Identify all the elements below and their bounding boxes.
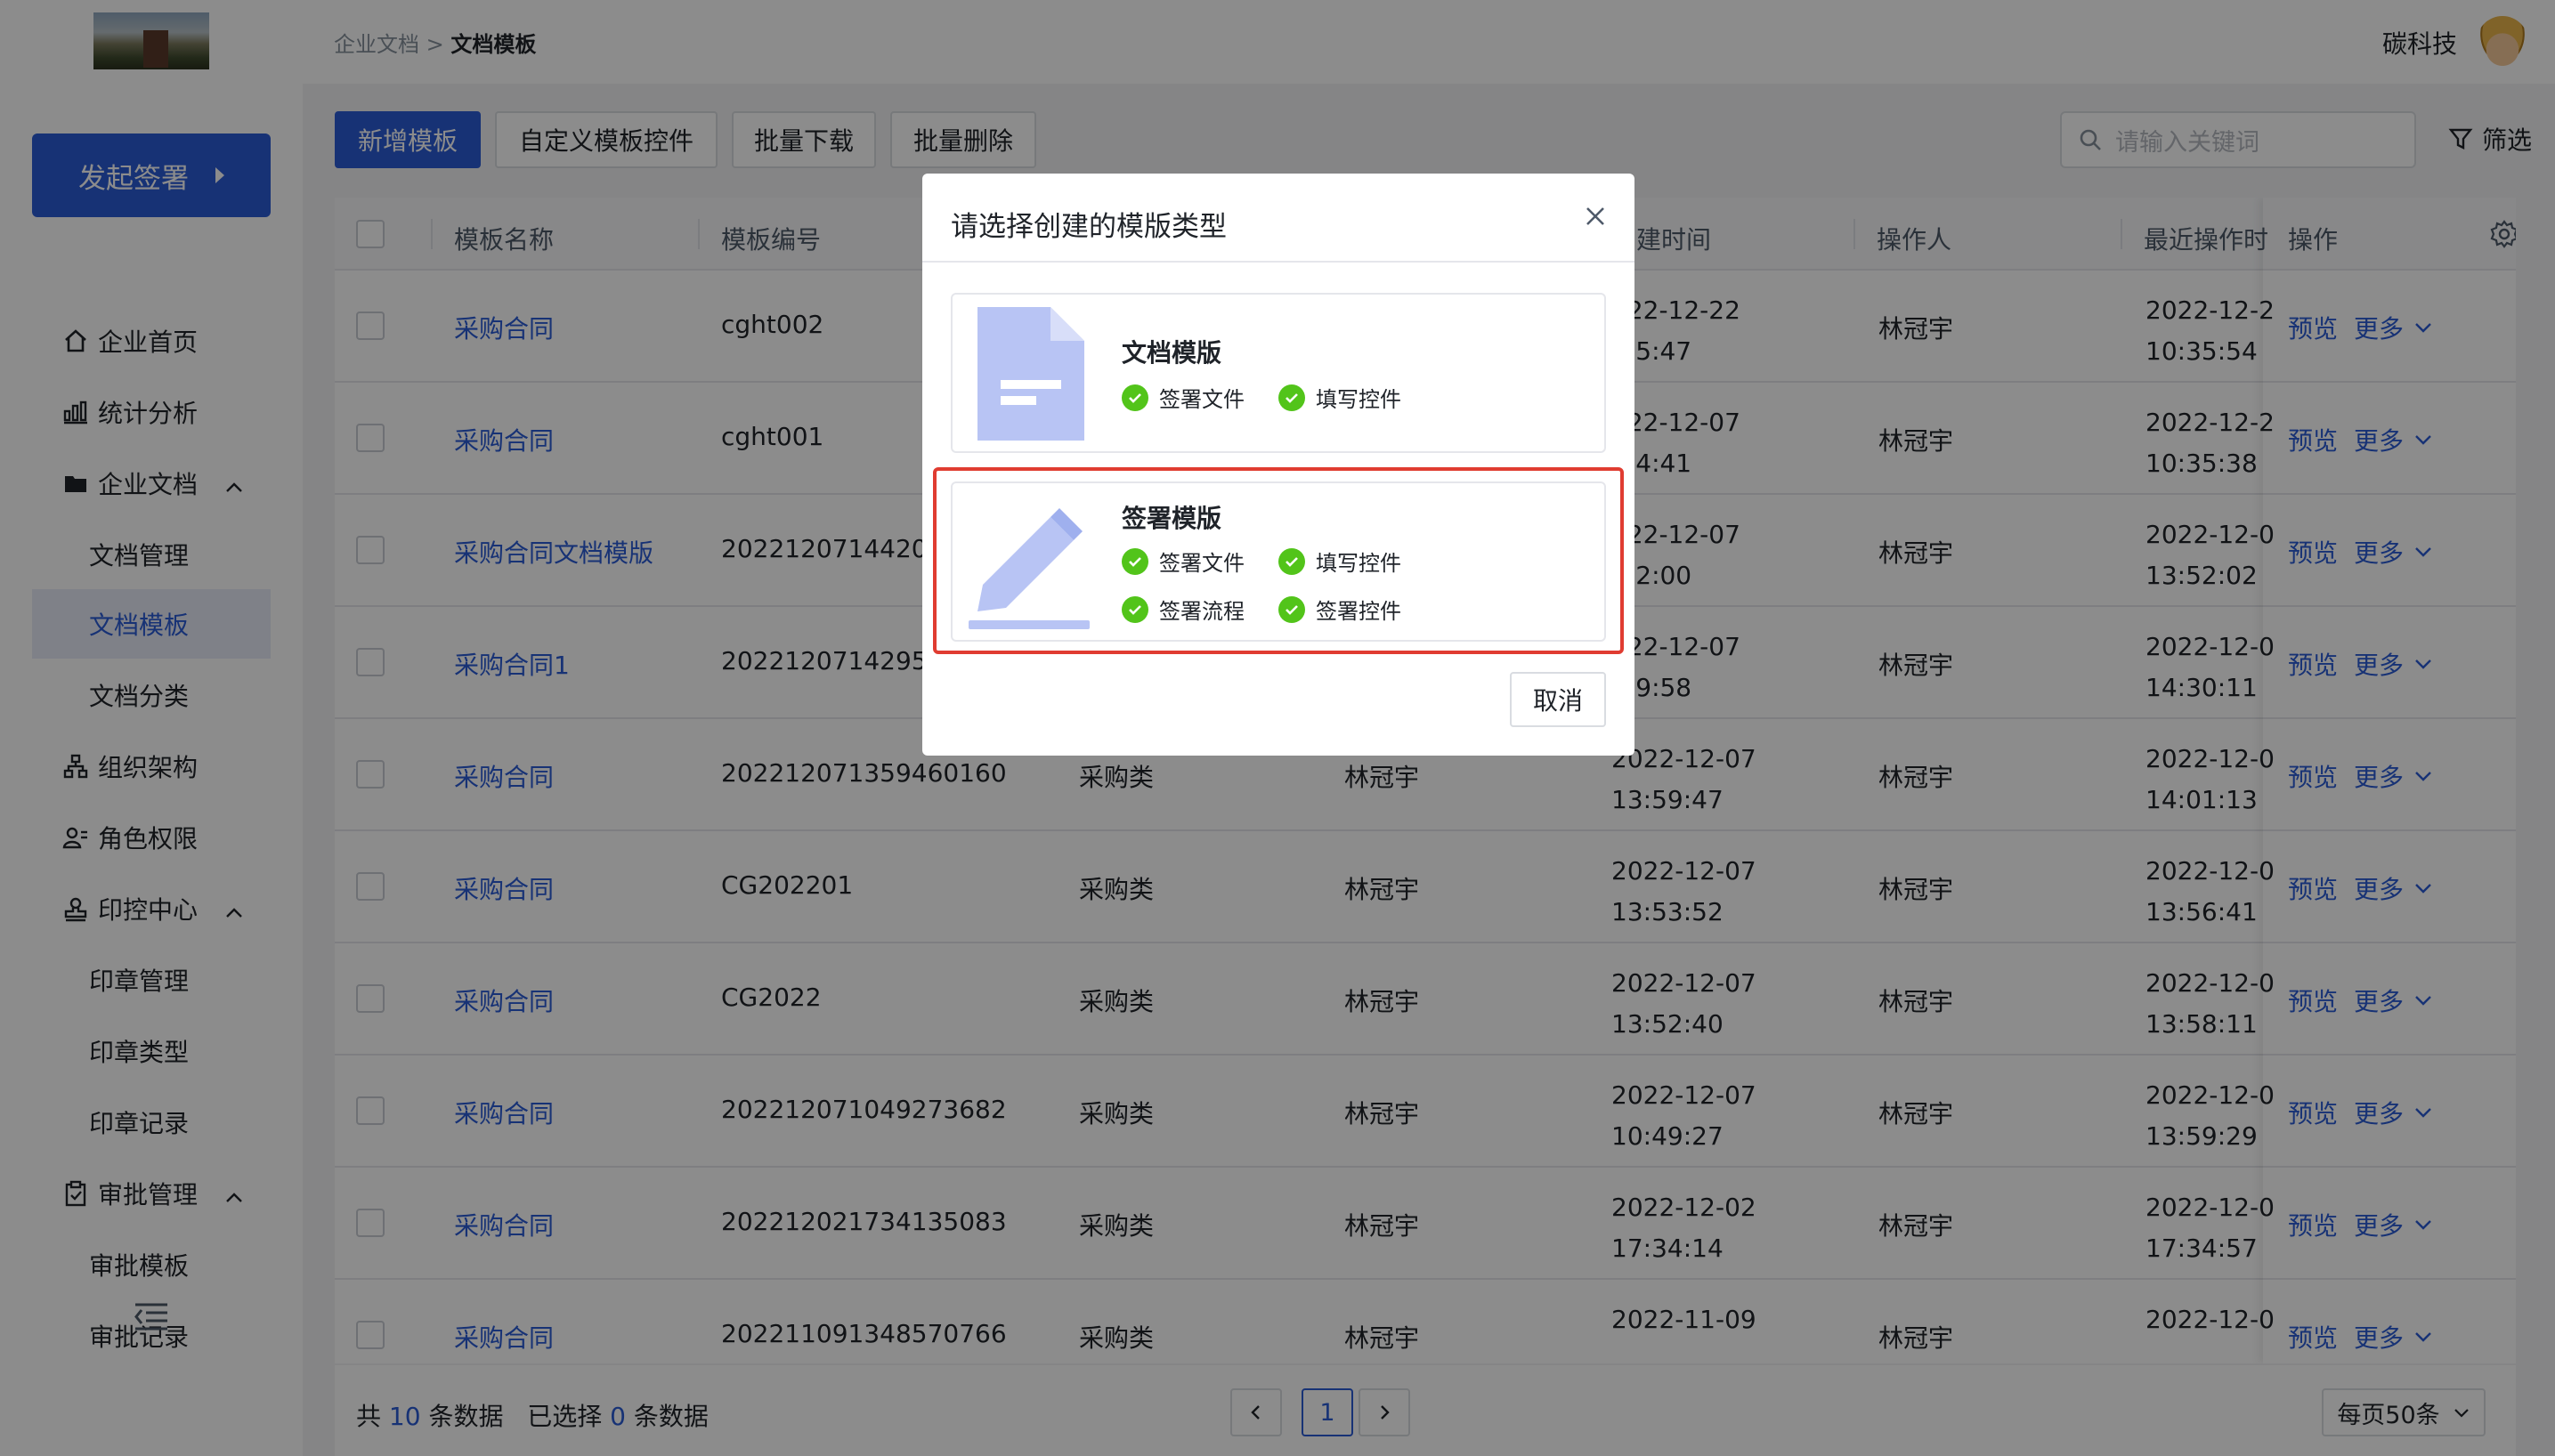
template-type-dialog: 请选择创建的模版类型 文档模版 签署文件 填写控件 签署模版 签署文件 填写控件 xyxy=(922,174,1634,756)
selected-option-highlight xyxy=(933,467,1624,654)
feature-item: 填写控件 xyxy=(1278,382,1401,413)
dialog-divider xyxy=(922,261,1634,263)
check-circle-icon xyxy=(1122,384,1148,411)
option-title: 文档模版 xyxy=(1122,338,1222,368)
feature-label: 填写控件 xyxy=(1316,387,1401,412)
check-circle-icon xyxy=(1278,384,1305,411)
document-icon xyxy=(976,307,1086,444)
option-document-template[interactable]: 文档模版 签署文件 填写控件 xyxy=(951,293,1606,453)
feature-label: 签署文件 xyxy=(1159,387,1245,412)
feature-item: 签署文件 xyxy=(1122,382,1245,413)
dialog-title: 请选择创建的模版类型 xyxy=(951,211,1227,243)
close-icon[interactable] xyxy=(1583,204,1608,232)
cancel-button[interactable]: 取消 xyxy=(1510,672,1606,727)
